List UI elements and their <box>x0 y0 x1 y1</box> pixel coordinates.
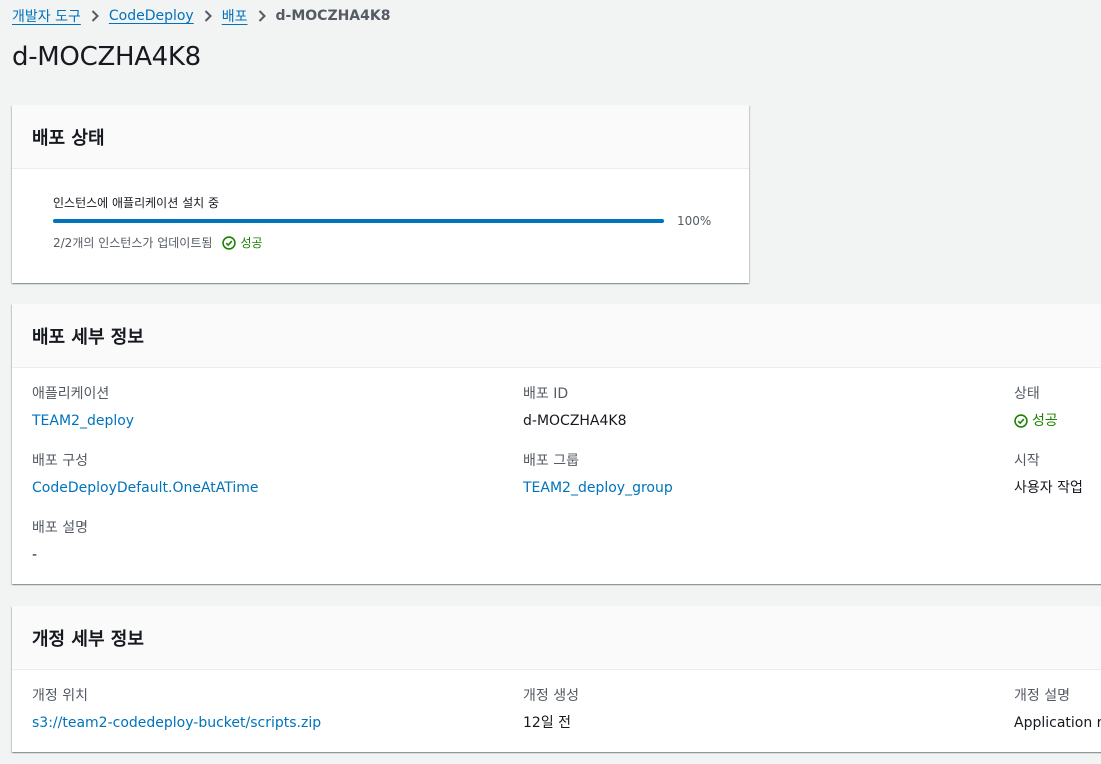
chevron-right-icon <box>258 10 266 22</box>
breadcrumb-developer-tools[interactable]: 개발자 도구 <box>12 6 81 26</box>
deployment-config-label: 배포 구성 <box>32 453 88 469</box>
start-field: 시작 사용자 작업 <box>1014 451 1083 498</box>
revision-created-label: 개정 생성 <box>523 688 579 704</box>
revision-location-field: 개정 위치 s3://team2-codedeploy-bucket/scrip… <box>32 686 321 733</box>
progress-label: 인스턴스에 애플리케이션 설치 중 <box>53 196 220 210</box>
chevron-right-icon <box>91 10 99 22</box>
breadcrumb-deployments[interactable]: 배포 <box>222 6 248 26</box>
deployment-details-header: 배포 세부 정보 <box>12 304 1101 368</box>
revision-created-field: 개정 생성 12일 전 <box>523 686 579 733</box>
deployment-details-title: 배포 세부 정보 <box>32 326 144 348</box>
progress-percentage: 100% <box>677 214 712 228</box>
chevron-right-icon <box>204 10 212 22</box>
deployment-status-title: 배포 상태 <box>32 127 105 149</box>
revision-details-panel: 개정 세부 정보 개정 위치 s3://team2-codedeploy-buc… <box>12 606 1101 752</box>
progress-bar <box>53 219 664 223</box>
instances-updated-text: 2/2개의 인스턴스가 업데이트됨 <box>53 236 213 250</box>
breadcrumb: 개발자 도구 CodeDeploy 배포 d-MOCZHA4K8 <box>12 6 390 26</box>
status-text: 성공 <box>240 236 263 250</box>
revision-location-label: 개정 위치 <box>32 688 88 704</box>
application-link[interactable]: TEAM2_deploy <box>32 411 134 431</box>
deployment-details-panel: 배포 세부 정보 애플리케이션 TEAM2_deploy 배포 ID d-MOC… <box>12 304 1101 584</box>
status-text: 성공 <box>1032 413 1058 429</box>
start-label: 시작 <box>1014 453 1040 469</box>
breadcrumb-current: d-MOCZHA4K8 <box>275 8 391 24</box>
status-field: 상태 성공 <box>1014 384 1058 431</box>
deployment-status-panel: 배포 상태 인스턴스에 애플리케이션 설치 중 100% 2/2개의 인스턴스가… <box>12 105 749 283</box>
deployment-id-field: 배포 ID d-MOCZHA4K8 <box>523 384 627 431</box>
deployment-group-label: 배포 그룹 <box>523 453 579 469</box>
deployment-description-field: 배포 설명 - <box>32 518 88 565</box>
deployment-group-field: 배포 그룹 TEAM2_deploy_group <box>523 451 673 498</box>
revision-description-label: 개정 설명 <box>1014 688 1070 704</box>
deployment-status-header: 배포 상태 <box>12 105 749 169</box>
progress-bar-fill <box>53 219 664 223</box>
revision-description-value: Application re <box>1014 715 1101 731</box>
deployment-group-link[interactable]: TEAM2_deploy_group <box>523 478 673 498</box>
status-badge: 성공 <box>222 234 263 251</box>
check-circle-icon <box>1014 414 1028 428</box>
deployment-config-field: 배포 구성 CodeDeployDefault.OneAtATime <box>32 451 259 498</box>
deployment-id-value: d-MOCZHA4K8 <box>523 413 627 429</box>
breadcrumb-codedeploy[interactable]: CodeDeploy <box>109 8 194 24</box>
start-value: 사용자 작업 <box>1014 480 1083 496</box>
status-badge: 성공 <box>1014 411 1058 431</box>
application-field: 애플리케이션 TEAM2_deploy <box>32 384 134 431</box>
revision-created-value: 12일 전 <box>523 715 572 731</box>
revision-details-header: 개정 세부 정보 <box>12 606 1101 670</box>
deployment-id-label: 배포 ID <box>523 386 569 402</box>
page-title: d-MOCZHA4K8 <box>12 42 201 72</box>
status-value: 성공 <box>1014 411 1058 431</box>
application-label: 애플리케이션 <box>32 386 110 402</box>
revision-details-title: 개정 세부 정보 <box>32 628 144 650</box>
deployment-description-value: - <box>32 547 38 563</box>
check-circle-icon <box>222 235 237 250</box>
deployment-description-label: 배포 설명 <box>32 520 88 536</box>
status-label: 상태 <box>1014 386 1040 402</box>
revision-location-link[interactable]: s3://team2-codedeploy-bucket/scripts.zip <box>32 713 321 733</box>
progress-description: 2/2개의 인스턴스가 업데이트됨 성공 <box>53 234 263 251</box>
revision-description-field: 개정 설명 Application re <box>1014 686 1101 733</box>
deployment-config-link[interactable]: CodeDeployDefault.OneAtATime <box>32 478 259 498</box>
